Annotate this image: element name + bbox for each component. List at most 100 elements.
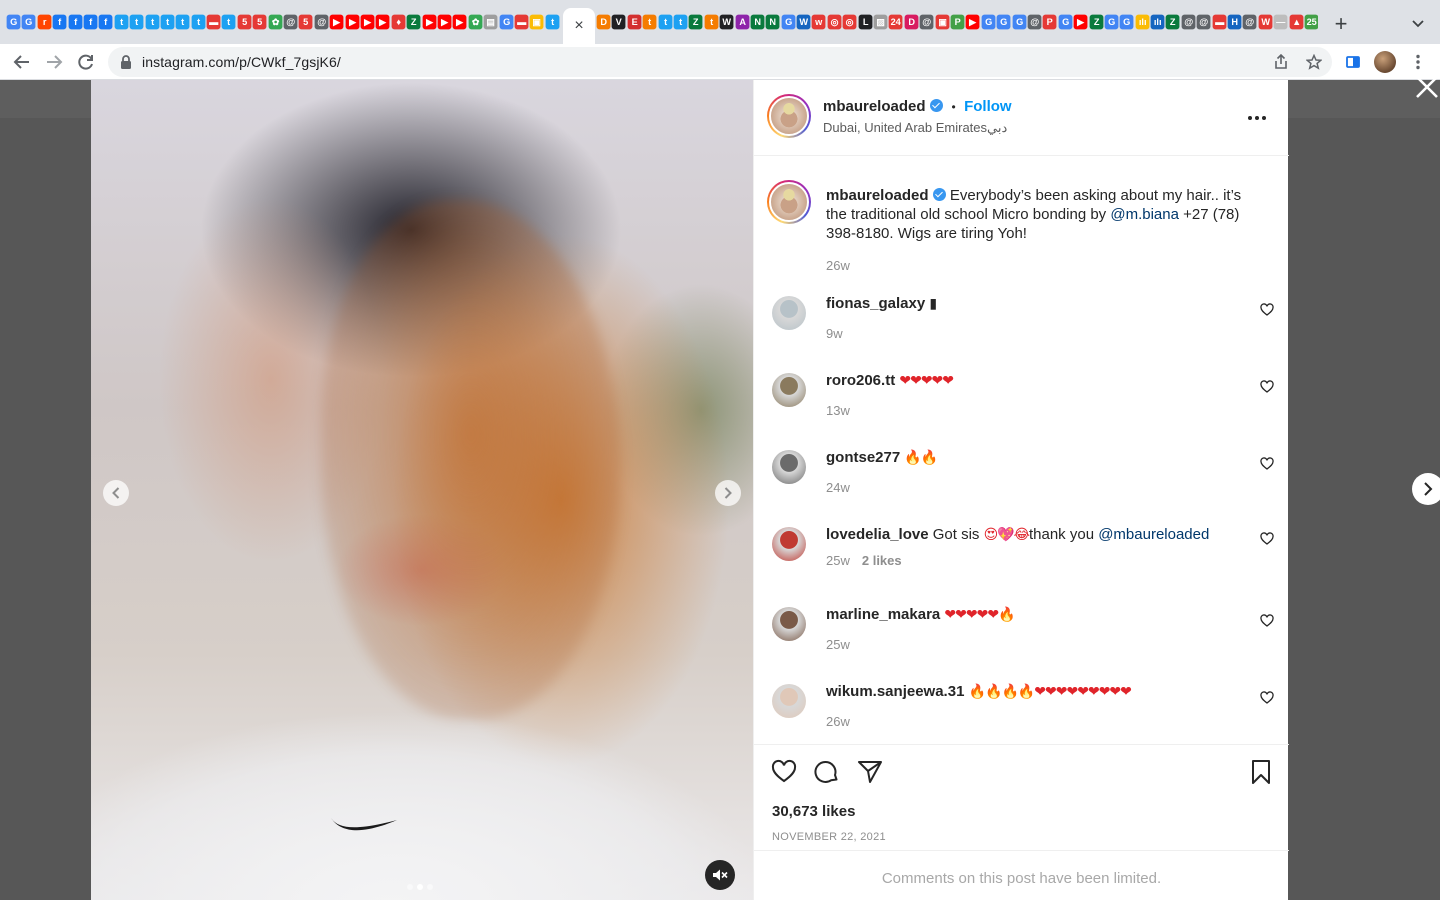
tab-favicon-icon[interactable]: P xyxy=(950,14,965,30)
author-avatar[interactable] xyxy=(767,94,811,138)
tab-favicon-icon[interactable]: @ xyxy=(314,14,329,30)
comments-list[interactable]: mbaureloaded Everybody’s been asking abo… xyxy=(754,156,1289,744)
tab-favicon-icon[interactable]: w xyxy=(812,14,827,30)
tab-favicon-icon[interactable]: ▶ xyxy=(452,14,468,30)
comment-like-icon[interactable] xyxy=(1260,691,1274,705)
tab-favicon-icon[interactable]: V xyxy=(612,14,627,30)
tab-favicon-icon[interactable]: G xyxy=(1012,14,1027,30)
tab-favicon-icon[interactable]: f xyxy=(52,14,67,30)
tab-favicon-icon[interactable]: N xyxy=(765,14,781,30)
tab-favicon-icon[interactable]: A xyxy=(735,14,750,30)
save-post-button[interactable] xyxy=(1248,759,1274,785)
tab-favicon-icon[interactable]: f xyxy=(68,14,83,30)
profile-button[interactable] xyxy=(1373,50,1397,74)
tab-favicon-icon[interactable]: 5 xyxy=(299,14,314,30)
tab-favicon-icon[interactable]: ▶ xyxy=(345,14,360,30)
caption-username[interactable]: mbaureloaded xyxy=(826,187,929,204)
new-tab-button[interactable]: + xyxy=(1331,11,1351,36)
tab-favicon-icon[interactable]: G xyxy=(781,14,796,30)
tab-favicon-icon[interactable]: W xyxy=(719,14,734,30)
comment-username[interactable]: gontse277 xyxy=(826,449,900,466)
tab-favicon-icon[interactable]: G xyxy=(1119,14,1135,30)
tab-favicon-icon[interactable]: D xyxy=(904,14,919,30)
tab-favicon-icon[interactable]: W xyxy=(796,14,811,30)
active-tab[interactable]: × xyxy=(563,8,595,44)
tab-favicons-left[interactable]: G Gr f f f f t t t t t t ▬ t 5 5 ✿ @5 @ ▶ ▶ ▶ ▶ ♦ Z ▶ ▶ ▶ ✿ ▤ G ▬ ▣ t xyxy=(6,14,562,36)
tab-favicon-icon[interactable]: ▶ xyxy=(965,14,981,30)
carousel-next-button[interactable] xyxy=(715,480,741,506)
tab-favicon-icon[interactable]: ▬ xyxy=(206,14,221,30)
tab-favicon-icon[interactable]: ▶ xyxy=(360,14,375,30)
comment-like-icon[interactable] xyxy=(1260,532,1274,546)
tab-favicon-icon[interactable]: ✿ xyxy=(268,14,283,30)
tab-favicon-icon[interactable]: ▶ xyxy=(329,14,344,30)
tab-favicon-icon[interactable]: D xyxy=(596,14,611,30)
tab-favicon-icon[interactable]: t xyxy=(114,14,129,30)
tab-favicon-icon[interactable]: r xyxy=(37,14,52,30)
caption-mention[interactable]: @m.biana xyxy=(1110,206,1179,223)
tab-favicon-icon[interactable]: @ xyxy=(1196,14,1212,30)
tab-favicon-icon[interactable]: ▣ xyxy=(935,14,950,30)
tab-favicon-icon[interactable]: G xyxy=(499,14,514,30)
author-username[interactable]: mbaureloaded xyxy=(823,98,926,115)
tab-favicon-icon[interactable]: @ xyxy=(283,14,298,30)
comment-like-icon[interactable] xyxy=(1260,303,1274,317)
commenter-avatar[interactable] xyxy=(772,607,806,641)
commenter-avatar[interactable] xyxy=(772,450,806,484)
caption-time[interactable]: 26w xyxy=(826,258,850,273)
tab-favicon-icon[interactable]: H xyxy=(1227,14,1242,30)
tab-favicon-icon[interactable]: f xyxy=(83,14,98,30)
forward-button[interactable] xyxy=(42,50,66,74)
tab-grid-button[interactable] xyxy=(1341,50,1365,74)
comment-username[interactable]: roro206.tt xyxy=(826,372,895,389)
tab-favicon-icon[interactable]: 24 xyxy=(889,14,904,30)
tab-favicon-icon[interactable]: t xyxy=(545,14,560,30)
likes-count[interactable]: 30,673 likes xyxy=(772,803,855,820)
caption-avatar[interactable] xyxy=(767,180,811,224)
share-post-button[interactable] xyxy=(857,759,883,785)
comment-like-icon[interactable] xyxy=(1260,457,1274,471)
post-video[interactable] xyxy=(91,80,753,900)
tab-favicon-icon[interactable]: ▶ xyxy=(437,14,452,30)
commenter-avatar[interactable] xyxy=(772,373,806,407)
tab-favicon-icon[interactable]: ✿ xyxy=(468,14,483,30)
tab-favicon-icon[interactable]: ◎ xyxy=(827,14,842,30)
next-post-button[interactable] xyxy=(1412,473,1440,505)
tab-favicon-icon[interactable]: G xyxy=(1104,14,1119,30)
tab-favicon-icon[interactable]: t xyxy=(129,14,144,30)
tab-favicon-icon[interactable]: t xyxy=(191,14,206,30)
tab-favicon-icon[interactable]: W xyxy=(1258,14,1273,30)
tab-favicon-icon[interactable]: — xyxy=(1273,14,1288,30)
tab-favicon-icon[interactable]: ılı xyxy=(1150,14,1165,30)
tab-favicon-icon[interactable]: Z xyxy=(1166,14,1181,30)
tab-favicon-icon[interactable]: N xyxy=(750,14,765,30)
comment-username[interactable]: marline_makara xyxy=(826,606,940,623)
comment-username[interactable]: fionas_galaxy xyxy=(826,295,925,312)
tab-favicon-icon[interactable]: t xyxy=(642,14,657,30)
tab-favicon-icon[interactable]: t xyxy=(222,14,237,30)
tab-favicon-icon[interactable]: ▬ xyxy=(514,14,529,30)
comment-time[interactable]: 25w xyxy=(826,553,850,568)
tab-favicon-icon[interactable]: Z xyxy=(1089,14,1104,30)
comment-time[interactable]: 25w xyxy=(826,637,850,652)
tab-favicon-icon[interactable]: ılı xyxy=(1135,14,1150,30)
bookmark-star-button[interactable] xyxy=(1302,50,1326,74)
comment-username[interactable]: lovedelia_love xyxy=(826,526,929,543)
comment-like-icon[interactable] xyxy=(1260,380,1274,394)
tab-favicon-icon[interactable]: t xyxy=(145,14,160,30)
tab-favicon-icon[interactable]: ▤ xyxy=(483,14,498,30)
browser-menu-button[interactable] xyxy=(1406,50,1430,74)
tab-favicon-icon[interactable]: t xyxy=(175,14,191,30)
tab-favicon-icon[interactable]: G xyxy=(6,14,21,30)
reload-button[interactable] xyxy=(74,50,98,74)
address-bar[interactable]: instagram.com/p/CWkf_7gsjK6/ xyxy=(108,47,1332,77)
tab-favicon-icon[interactable]: @ xyxy=(919,14,934,30)
post-options-button[interactable] xyxy=(1248,110,1270,126)
comment-mention[interactable]: @mbaureloaded xyxy=(1098,526,1209,543)
tab-favicon-icon[interactable]: ▶ xyxy=(375,14,391,30)
tab-search-button[interactable] xyxy=(1408,12,1428,36)
tab-favicon-icon[interactable]: @ xyxy=(1243,14,1258,30)
tab-favicons-right[interactable]: D V Et t t Zt W A N N G Ww ◎ ◎ L ▨ 24 D @ ▣ P ▶ G G G @ P G ▶ Z G Gılı ı… xyxy=(596,14,1318,36)
close-modal-button[interactable] xyxy=(1413,74,1440,102)
tab-favicon-icon[interactable]: t xyxy=(658,14,673,30)
